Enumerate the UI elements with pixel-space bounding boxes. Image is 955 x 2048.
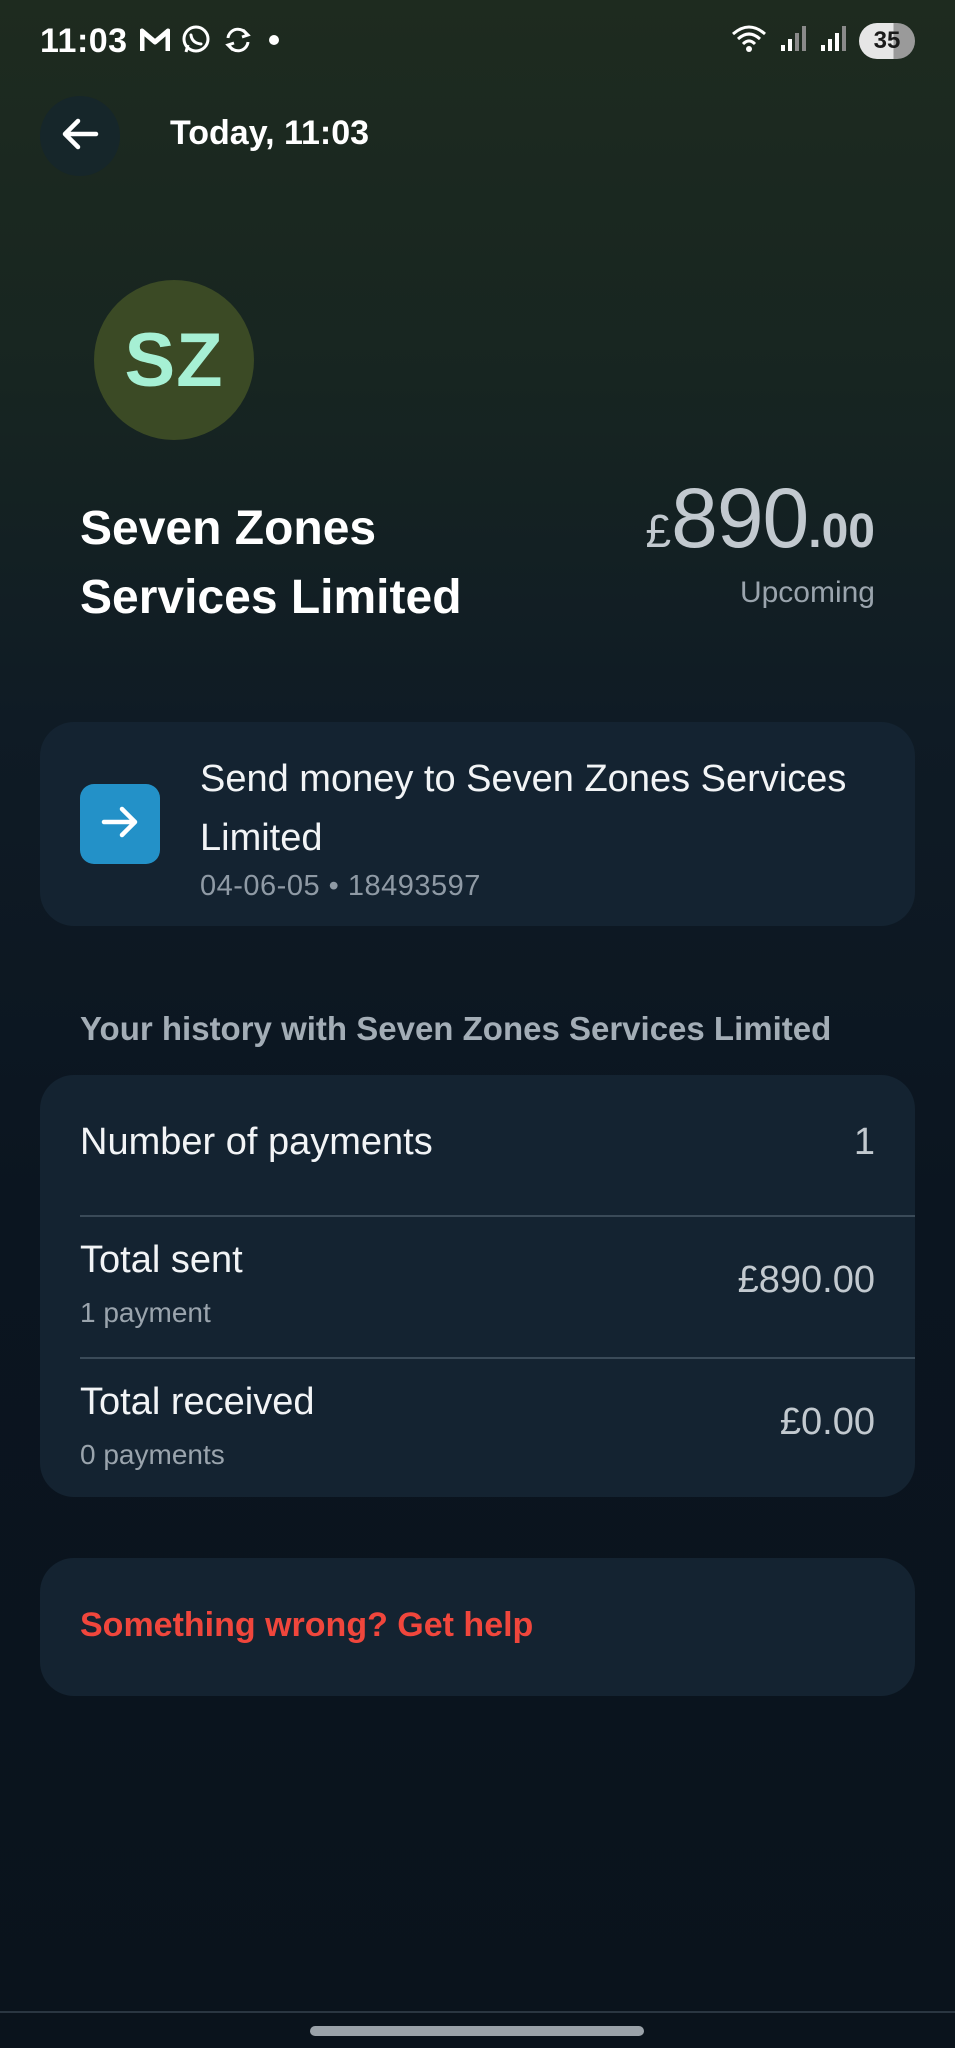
amount-minor: .00 [808, 505, 875, 558]
send-money-title: Send money to Seven Zones Services Limit… [200, 758, 847, 859]
list-item: Number of payments 1 [40, 1075, 915, 1215]
row-label: Total received [80, 1381, 315, 1423]
arrow-left-icon [58, 112, 102, 161]
amount-major: 890 [671, 471, 809, 565]
row-sublabel: 1 payment [80, 1297, 211, 1328]
row-value: £0.00 [779, 1401, 875, 1443]
status-bar: 11:03 35 [0, 0, 955, 84]
row-sublabel: 0 payments [80, 1439, 225, 1470]
row-value: 1 [853, 1121, 875, 1163]
avatar: SZ [94, 280, 254, 440]
payee-name: Seven Zones Services Limited [80, 502, 462, 624]
back-button[interactable] [40, 96, 120, 176]
history-heading: Your history with Seven Zones Services L… [80, 1010, 832, 1047]
notification-icons [139, 24, 284, 61]
gmail-icon [139, 27, 171, 58]
row-label: Number of payments [80, 1121, 433, 1163]
get-help-button[interactable]: Something wrong? Get help [40, 1558, 915, 1696]
list-item: Total received 0 payments £0.00 [40, 1359, 915, 1497]
whatsapp-icon [180, 24, 212, 61]
status-badge: Upcoming [739, 576, 875, 609]
signal-icon [779, 23, 809, 58]
get-help-link[interactable]: Something wrong? Get help [80, 1606, 533, 1645]
arrow-right-icon [98, 800, 142, 849]
send-icon-tile [80, 784, 160, 864]
account-details: 04-06-05 • 18493597 [200, 870, 481, 902]
battery-indicator: 35 [859, 22, 915, 59]
page-title: Today, 11:03 [170, 114, 370, 152]
navigation-bar-divider [0, 2011, 955, 2013]
amount-currency: £ [645, 505, 672, 557]
status-time: 11:03 [40, 22, 128, 60]
send-money-card[interactable]: Send money to Seven Zones Services Limit… [40, 722, 915, 926]
home-indicator[interactable] [310, 2026, 644, 2036]
transaction-amount: £890.00 [646, 470, 875, 567]
dot-icon [264, 30, 284, 55]
row-label: Total sent [80, 1239, 243, 1281]
list-item: Total sent 1 payment £890.00 [40, 1217, 915, 1357]
sync-icon [222, 24, 254, 61]
row-value: £890.00 [737, 1259, 875, 1301]
history-card: Number of payments 1 Total sent 1 paymen… [40, 1075, 915, 1497]
signal-icon [819, 23, 849, 58]
wifi-icon [729, 22, 769, 59]
system-icons: 35 [729, 22, 915, 59]
